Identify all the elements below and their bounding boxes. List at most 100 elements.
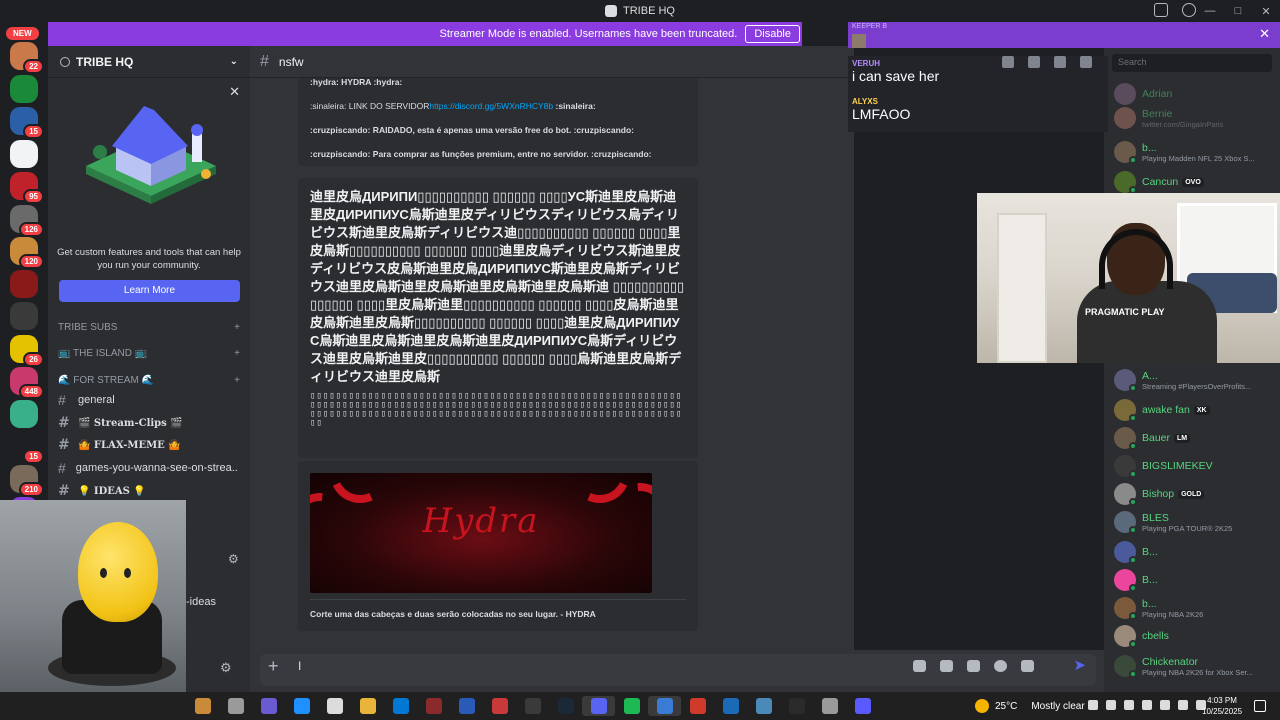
learn-more-button[interactable]: Learn More xyxy=(59,280,240,302)
category-for-stream[interactable]: 🌊 FOR STREAM 🌊 + xyxy=(58,375,240,386)
channel-partial-ideas[interactable]: -ideas xyxy=(186,596,246,608)
taskbar-app-icon[interactable] xyxy=(285,696,318,716)
member-item[interactable]: b... Playing Madden NFL 25 Xbox S... xyxy=(1114,140,1280,164)
close-button[interactable]: ✕ xyxy=(1252,5,1280,18)
gift-icon[interactable] xyxy=(913,660,926,672)
server-icon[interactable] xyxy=(10,269,38,298)
online-status-icon xyxy=(1129,670,1137,678)
server-icon[interactable] xyxy=(10,302,38,330)
server-icon[interactable]: 120 xyxy=(10,237,44,269)
taskbar-app-icon[interactable] xyxy=(615,696,648,716)
taskbar-app-icon[interactable] xyxy=(219,696,252,716)
server-icon[interactable]: 126 xyxy=(10,204,44,237)
server-icon[interactable]: 95 xyxy=(10,172,44,204)
server-icon[interactable]: 210 xyxy=(10,464,44,497)
apps-icon[interactable] xyxy=(1021,660,1034,672)
member-item[interactable]: awake fan XK xyxy=(1114,398,1280,422)
member-item[interactable]: BLES Playing PGA TOUR® 2K25 xyxy=(1114,510,1280,534)
sticker-icon[interactable] xyxy=(967,660,980,672)
taskbar-app-icon[interactable] xyxy=(714,696,747,716)
member-item[interactable]: Bishop GOLD xyxy=(1114,482,1280,506)
member-item[interactable]: Chickenator Playing NBA 2K26 for Xbox Ser… xyxy=(1114,654,1280,678)
network-icon[interactable] xyxy=(1178,700,1188,710)
server-header[interactable]: TRIBE HQ ⌄ xyxy=(48,46,250,78)
member-item[interactable]: cbells xyxy=(1114,624,1280,648)
taskbar-app-icon[interactable] xyxy=(813,696,846,716)
category-the-island[interactable]: 📺 THE ISLAND 📺 + xyxy=(58,348,240,359)
server-invite-link[interactable]: https://discord.gg/5WXnRHCY8b xyxy=(429,101,553,111)
bell-icon[interactable] xyxy=(1028,56,1040,68)
server-icon[interactable]: 448 xyxy=(10,367,44,399)
pin-icon[interactable] xyxy=(1054,56,1066,68)
emoji-icon[interactable] xyxy=(994,660,1007,672)
channel-flax-meme[interactable]: # 🤷 FLAX-MEME 🤷 xyxy=(58,437,238,453)
tray-app-icon[interactable] xyxy=(1106,700,1116,710)
tray-app-icon[interactable] xyxy=(1124,700,1134,710)
taskbar-app-icon[interactable] xyxy=(450,696,483,716)
server-icon[interactable]: 22 xyxy=(10,42,44,74)
minimize-button[interactable]: — xyxy=(1196,5,1224,17)
taskbar-app-icon[interactable] xyxy=(747,696,780,716)
member-item[interactable]: Bauer LM xyxy=(1114,426,1280,450)
settings-gear-icon[interactable]: ⚙ xyxy=(228,552,239,566)
add-attachment-icon[interactable]: + xyxy=(268,656,279,677)
weather-widget[interactable]: 25°C Mostly clear xyxy=(975,699,1085,713)
taskbar-app-icon[interactable] xyxy=(582,696,615,716)
hydra-banner-image[interactable]: Hydra xyxy=(310,473,652,593)
taskbar-app-icon[interactable] xyxy=(846,696,879,716)
taskbar-app-icon[interactable] xyxy=(681,696,714,716)
taskbar-app-icon[interactable] xyxy=(186,696,219,716)
server-icon[interactable] xyxy=(10,74,38,103)
member-item[interactable]: BIGSLIMEKEV xyxy=(1114,454,1280,478)
server-icon[interactable]: 15 xyxy=(10,432,44,464)
inbox-icon[interactable] xyxy=(1154,3,1168,17)
disable-streamer-mode-button[interactable]: Disable xyxy=(745,25,800,43)
threads-icon[interactable] xyxy=(1002,56,1014,68)
mention-count-badge: 210 xyxy=(18,481,44,497)
channel-general[interactable]: # general xyxy=(58,392,238,408)
notifications-icon[interactable] xyxy=(1254,700,1266,712)
add-channel-icon[interactable]: + xyxy=(234,375,240,386)
microphone-icon[interactable] xyxy=(1142,700,1152,710)
app-logo-icon xyxy=(605,5,618,17)
server-icon[interactable]: 26 xyxy=(10,334,44,367)
help-icon[interactable] xyxy=(1182,3,1196,17)
members-icon[interactable] xyxy=(1080,56,1092,68)
server-icon[interactable] xyxy=(10,399,38,428)
member-item[interactable]: Cancun OVO xyxy=(1114,170,1280,194)
channel-stream-clips[interactable]: # 🎬 Stream-Clips 🎬 xyxy=(58,415,238,431)
channel-games-you-wanna-see[interactable]: # games-you-wanna-see-on-strea... xyxy=(58,460,238,476)
member-item[interactable]: B... xyxy=(1114,568,1280,592)
channel-ideas[interactable]: # 💡 IDEAS 💡 xyxy=(58,483,238,499)
taskbar-app-icon[interactable] xyxy=(384,696,417,716)
taskbar-app-icon[interactable] xyxy=(483,696,516,716)
user-settings-icon[interactable]: ⚙ xyxy=(220,660,232,676)
taskbar-app-icon[interactable] xyxy=(417,696,450,716)
volume-icon[interactable] xyxy=(1160,700,1170,710)
clock[interactable]: 4:03 PM 10/25/2025 xyxy=(1202,695,1242,717)
server-icon[interactable]: 15 xyxy=(10,107,44,139)
category-tribe-subs[interactable]: TRIBE SUBS + xyxy=(58,322,240,333)
close-icon[interactable]: ✕ xyxy=(1259,26,1270,42)
close-icon[interactable]: ✕ xyxy=(229,84,240,100)
send-icon[interactable]: ➤ xyxy=(1073,656,1086,674)
member-item[interactable]: b... Playing NBA 2K26 xyxy=(1114,596,1280,620)
taskbar-app-icon[interactable] xyxy=(648,696,681,716)
taskbar-app-icon[interactable] xyxy=(351,696,384,716)
avatar xyxy=(1114,655,1137,678)
member-item[interactable]: A... Streaming #PlayersOverProfits... xyxy=(1114,368,1280,392)
mention-count-badge: 126 xyxy=(18,221,44,237)
taskbar-app-icon[interactable] xyxy=(318,696,351,716)
taskbar-app-icon[interactable] xyxy=(252,696,285,716)
maximize-button[interactable]: □ xyxy=(1224,5,1252,17)
add-channel-icon[interactable]: + xyxy=(234,322,240,333)
add-channel-icon[interactable]: + xyxy=(234,348,240,359)
member-list: Search Adrian Bernie twitter.com/GingaInPa… xyxy=(1104,46,1280,692)
member-item[interactable]: B... xyxy=(1114,540,1280,564)
taskbar-app-icon[interactable] xyxy=(780,696,813,716)
server-icon[interactable] xyxy=(10,139,38,168)
taskbar-app-icon[interactable] xyxy=(516,696,549,716)
taskbar-app-icon[interactable] xyxy=(549,696,582,716)
tray-chevron-icon[interactable] xyxy=(1088,700,1098,710)
gif-icon[interactable] xyxy=(940,660,953,672)
